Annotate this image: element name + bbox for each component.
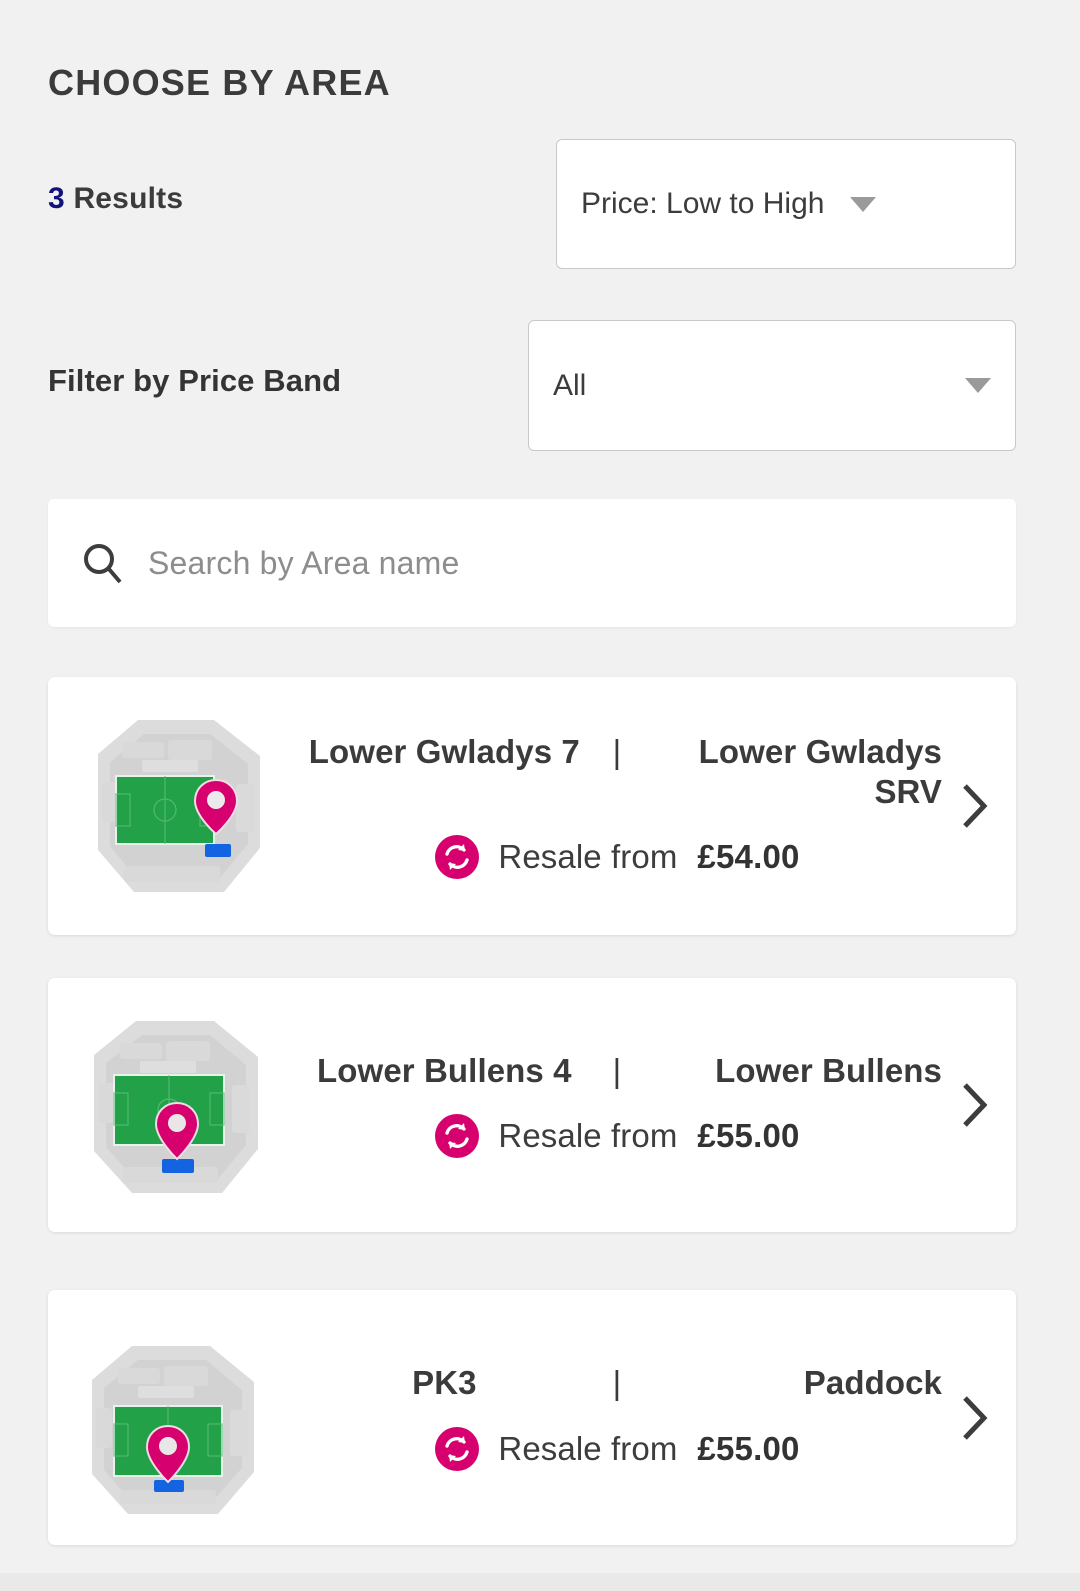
price-band-dropdown-value: All xyxy=(553,368,587,402)
resale-row: Resale from £55.00 xyxy=(292,1426,942,1472)
resale-refresh-icon xyxy=(435,835,480,880)
stadium-map-thumbnail xyxy=(98,720,260,892)
chevron-right-icon[interactable] xyxy=(952,776,996,836)
card-body: PK3 | Paddock Resale from £55.00 xyxy=(280,1363,1002,1471)
card-body: Lower Gwladys 7 | Lower Gwladys SRV Resa… xyxy=(280,732,1002,881)
area-name: Paddock xyxy=(803,1364,942,1402)
area-separator: | xyxy=(612,732,622,770)
area-name: Lower Gwladys SRV xyxy=(698,732,942,810)
sort-dropdown[interactable]: Price: Low to High xyxy=(556,139,1016,269)
area-code: PK3 xyxy=(412,1364,477,1402)
area-result-card[interactable]: PK3 | Paddock Resale from £55.00 xyxy=(48,1290,1016,1545)
chevron-right-icon[interactable] xyxy=(952,1388,996,1448)
resale-label: Resale from xyxy=(498,1117,678,1155)
price-band-label: Filter by Price Band xyxy=(48,363,342,398)
resale-price: £54.00 xyxy=(697,838,800,876)
results-count: 3 xyxy=(48,182,65,215)
area-separator: | xyxy=(612,1051,622,1089)
page-title: CHOOSE BY AREA xyxy=(48,62,391,103)
resale-label: Resale from xyxy=(498,838,678,876)
resale-refresh-icon xyxy=(435,1114,480,1159)
card-text: Lower Gwladys 7 | Lower Gwladys SRV Resa… xyxy=(292,732,942,881)
resale-row: Resale from £54.00 xyxy=(292,834,942,880)
area-code: Lower Bullens 4 xyxy=(317,1051,572,1089)
chevron-right-icon[interactable] xyxy=(952,1075,996,1135)
stadium-map-thumbnail xyxy=(94,1021,258,1193)
stadium-map-thumbnail xyxy=(92,1345,254,1514)
chevron-down-icon xyxy=(850,196,877,212)
area-result-card[interactable]: Lower Gwladys 7 | Lower Gwladys SRV Resa… xyxy=(48,677,1016,935)
results-summary: 3 Results xyxy=(48,182,183,216)
card-text: Lower Bullens 4 | Lower Bullens Resale f… xyxy=(292,1051,942,1159)
area-title: Lower Bullens 4 | Lower Bullens xyxy=(292,1051,942,1091)
search-icon xyxy=(84,544,122,584)
card-body: Lower Bullens 4 | Lower Bullens Resale f… xyxy=(280,1051,1002,1159)
sort-dropdown-value: Price: Low to High xyxy=(581,187,825,220)
resale-price: £55.00 xyxy=(697,1117,800,1155)
resale-label: Resale from xyxy=(498,1429,678,1467)
area-code: Lower Gwladys 7 xyxy=(308,732,580,770)
search-placeholder: Search by Area name xyxy=(148,544,460,581)
choose-by-area-page: CHOOSE BY AREA 3 Results Price: Low to H… xyxy=(0,0,1080,1591)
area-result-card[interactable]: Lower Bullens 4 | Lower Bullens Resale f… xyxy=(48,978,1016,1232)
area-title: PK3 | Paddock xyxy=(292,1363,942,1403)
bottom-strip xyxy=(0,1573,1080,1591)
card-text: PK3 | Paddock Resale from £55.00 xyxy=(292,1363,942,1471)
area-name: Lower Bullens xyxy=(715,1051,942,1089)
resale-price: £55.00 xyxy=(697,1429,800,1467)
results-label: Results xyxy=(73,182,184,215)
resale-row: Resale from £55.00 xyxy=(292,1113,942,1159)
price-band-dropdown[interactable]: All xyxy=(528,320,1016,451)
area-separator: | xyxy=(612,1364,622,1402)
chevron-down-icon xyxy=(965,378,991,393)
area-title: Lower Gwladys 7 | Lower Gwladys SRV xyxy=(292,732,942,813)
resale-refresh-icon xyxy=(435,1426,480,1471)
search-area-input[interactable]: Search by Area name xyxy=(48,499,1016,627)
